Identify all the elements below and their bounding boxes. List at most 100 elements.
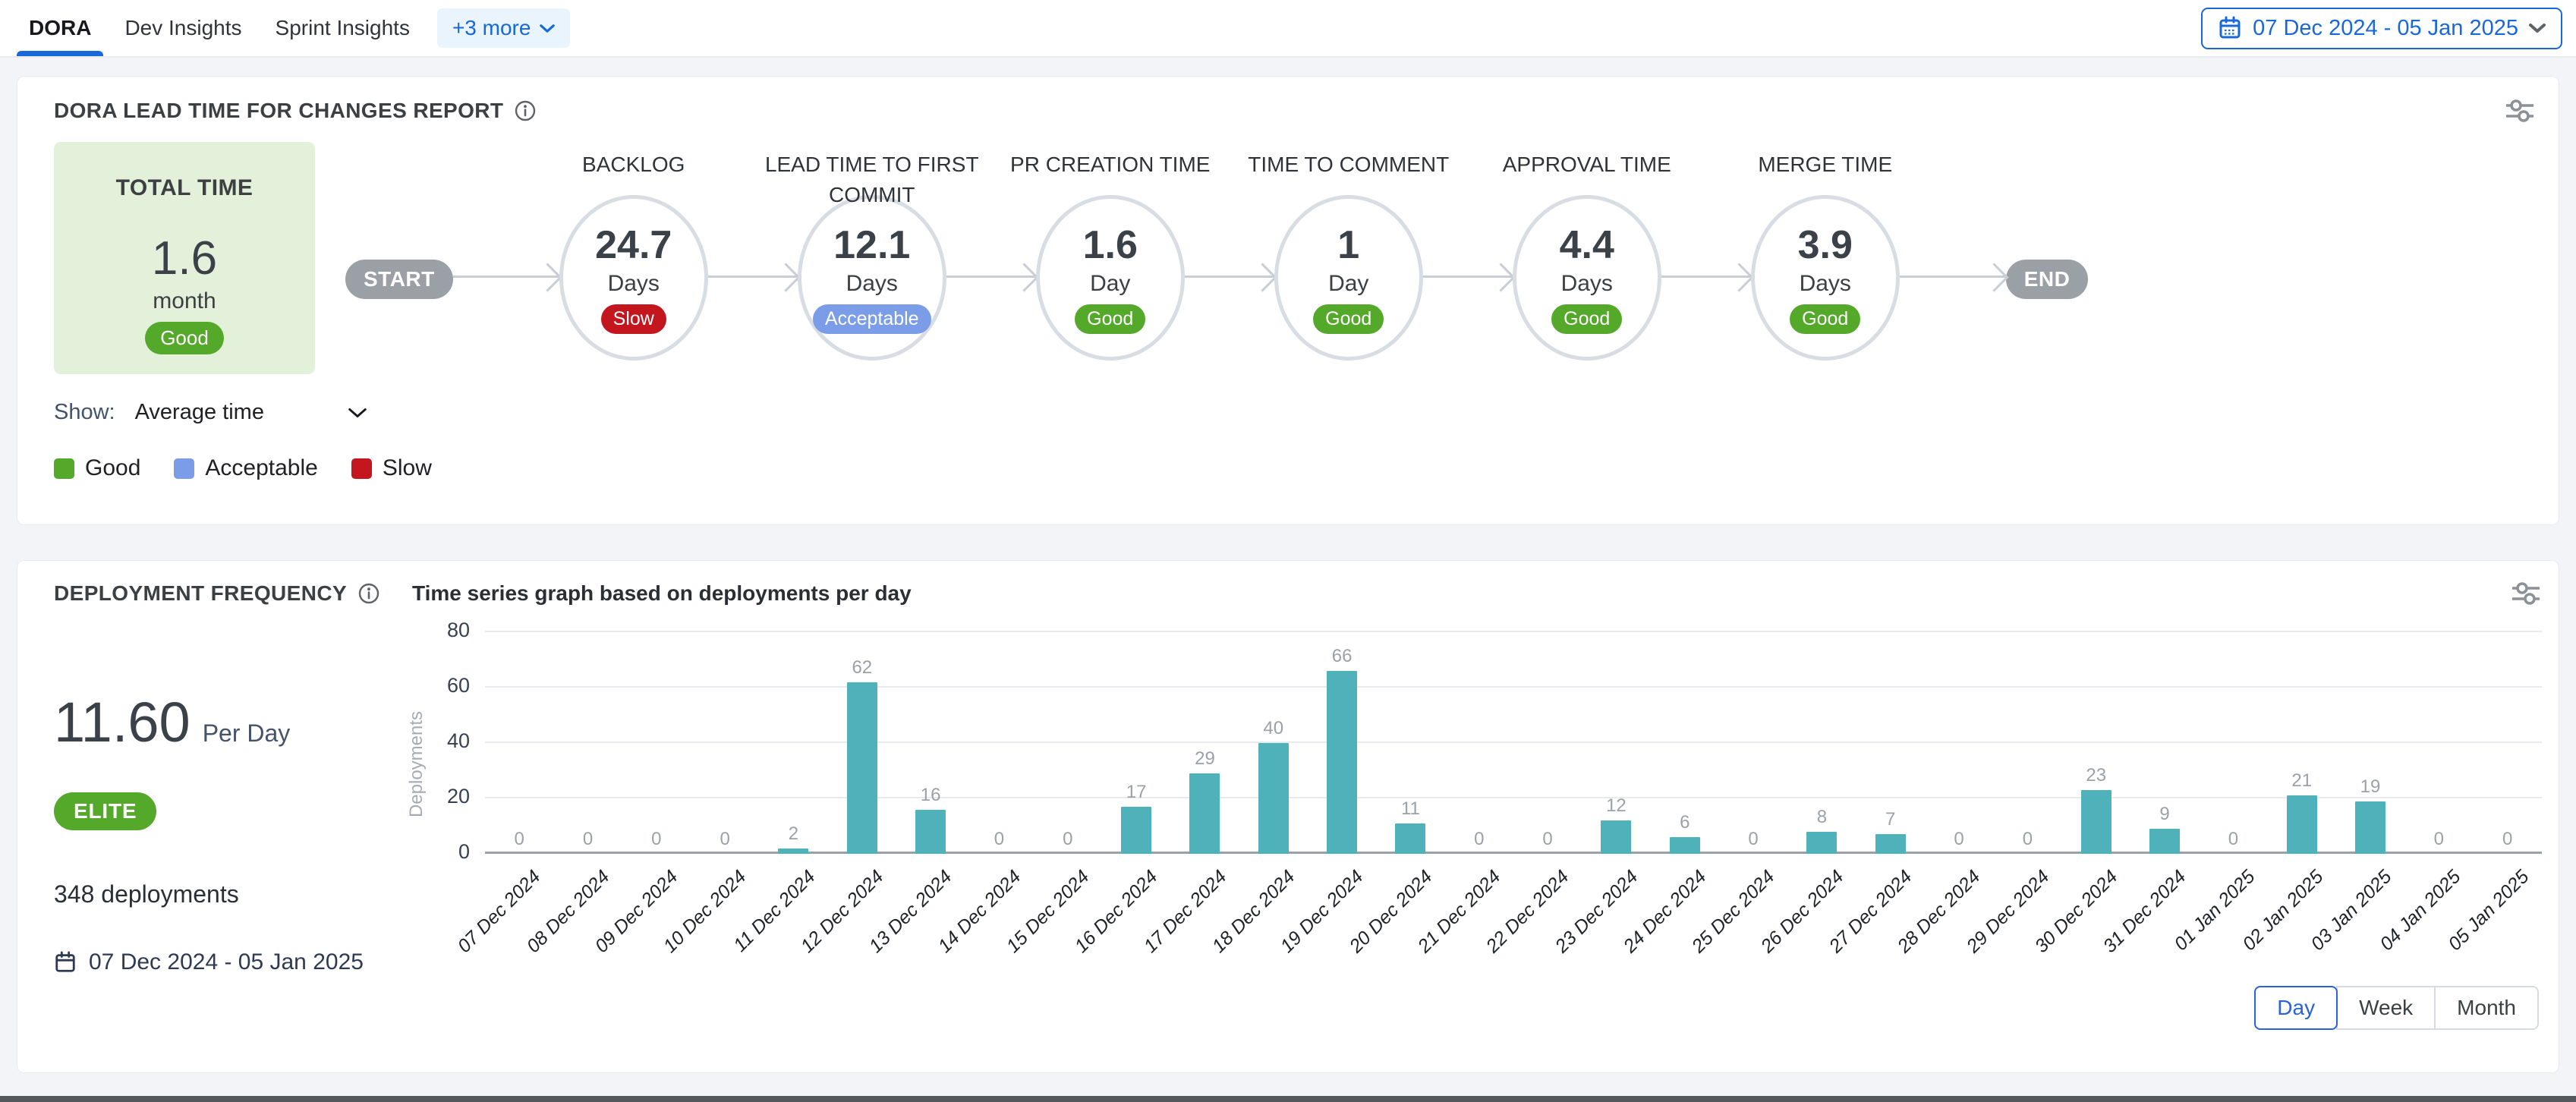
x-axis-label-slot: 20 Dec 2024 [1376,854,1444,974]
stage-unit: Day [1328,271,1368,297]
deployment-title-text: DEPLOYMENT FREQUENCY [54,581,347,606]
legend-swatch [351,458,372,479]
bar [1189,773,1220,854]
legend-item-slow: Slow [351,455,432,481]
flow-arrow-icon [708,276,798,278]
total-time-status-badge: Good [145,322,224,354]
stage-circle: 12.1DaysAcceptable [798,195,946,361]
bar-slot: 11 [1376,798,1444,854]
stage-pr-creation-time: PR CREATION TIME1.6DayGood [1036,142,1185,361]
lead-time-settings-button[interactable] [2504,98,2536,124]
lead-time-card-header: DORA LEAD TIME FOR CHANGES REPORT [54,98,2536,124]
y-axis-tick: 40 [406,729,470,753]
stage-backlog: BACKLOG24.7DaysSlow [559,142,708,361]
bar-slot: 7 [1856,809,1925,854]
x-axis-label-slot: 10 Dec 2024 [691,854,759,974]
granularity-month-button[interactable]: Month [2434,986,2539,1030]
sliders-icon [2510,581,2542,606]
tab-bar: DORADev InsightsSprint Insights [12,0,427,56]
flow-arrow-icon [1423,276,1513,278]
bar-slot: 17 [1102,782,1170,854]
show-value: Average time [135,400,264,425]
date-range-picker[interactable]: 07 Dec 2024 - 05 Jan 2025 [2201,8,2562,49]
stage-name: LEAD TIME TO FIRST COMMIT [747,150,997,210]
plot-area: 0204060800000262160017294066110012608700… [485,632,2542,854]
x-axis-label-slot: 04 Jan 2025 [2404,854,2473,974]
info-icon[interactable] [514,99,537,122]
deployment-rate: 11.60 Per Day [54,690,412,754]
deployment-date-range-label: 07 Dec 2024 - 05 Jan 2025 [89,949,364,975]
bar-value-label: 0 [583,829,593,850]
show-label: Show: [54,400,115,425]
tab-sprint-insights[interactable]: Sprint Insights [259,0,427,56]
deployment-date-range: 07 Dec 2024 - 05 Jan 2025 [54,949,412,975]
bar-slot: 0 [1513,829,1582,854]
info-icon[interactable] [357,582,380,605]
stage-name: TIME TO COMMENT [1223,150,1474,180]
bar-slot: 0 [691,829,759,854]
deployment-frequency-card: DEPLOYMENT FREQUENCY Time series graph b… [17,560,2559,1073]
show-dropdown[interactable]: Show: Average time [54,400,2536,425]
bar-value-label: 0 [1474,829,1484,850]
status-legend: GoodAcceptableSlow [54,455,2536,481]
y-axis-tick: 60 [406,674,470,697]
x-axis-label-slot: 28 Dec 2024 [1925,854,1993,974]
x-axis-labels: 07 Dec 202408 Dec 202409 Dec 202410 Dec … [485,854,2542,974]
bar-slot: 29 [1170,748,1239,854]
x-axis-label-slot: 09 Dec 2024 [622,854,691,974]
bar-slot: 0 [553,829,622,854]
granularity-week-button[interactable]: Week [2336,986,2436,1030]
x-axis-label-slot: 25 Dec 2024 [1719,854,1787,974]
stage-value: 1 [1337,222,1359,268]
x-axis-label-slot: 02 Jan 2025 [2268,854,2336,974]
deployment-settings-button[interactable] [2510,581,2542,606]
total-time-label: TOTAL TIME [116,175,254,201]
bar-value-label: 0 [1954,829,1963,850]
x-axis-label-slot: 23 Dec 2024 [1582,854,1650,974]
bar-slot: 0 [485,829,553,854]
bar [915,810,946,854]
y-axis-tick: 0 [406,840,470,864]
more-tabs-button[interactable]: +3 more [437,8,571,48]
bar-slot: 2 [759,823,827,854]
bar-slot: 0 [1034,829,1102,854]
bar-value-label: 40 [1263,718,1283,739]
bar [2149,829,2180,854]
bar-value-label: 0 [720,829,729,850]
bar-slot: 0 [1925,829,1993,854]
granularity-day-button[interactable]: Day [2254,986,2338,1030]
bar [1395,823,1425,854]
bar-value-label: 0 [651,829,661,850]
lead-time-title-text: DORA LEAD TIME FOR CHANGES REPORT [54,99,503,123]
bar-slot: 66 [1308,646,1376,854]
bar-slot: 0 [2199,829,2267,854]
stage-circle: 1DayGood [1274,195,1423,361]
lead-time-title: DORA LEAD TIME FOR CHANGES REPORT [54,99,537,123]
bars-layer: 0000262160017294066110012608700239021190… [485,632,2542,854]
more-tabs-label: +3 more [452,16,531,40]
bar [1121,807,1151,854]
deployment-body: 11.60 Per Day ELITE 348 deployments 07 D… [54,611,2542,1030]
dora-dashboard: { "header": { "tabs": [ { "label": "DORA… [0,0,2576,1102]
stage-status-badge: Good [1551,304,1622,334]
tab-dev-insights[interactable]: Dev Insights [108,0,258,56]
x-axis-label-slot: 14 Dec 2024 [965,854,1033,974]
x-axis-label-slot: 16 Dec 2024 [1102,854,1170,974]
stage-status-badge: Slow [601,304,666,334]
bar-slot: 40 [1239,718,1308,854]
total-time-unit: month [153,288,216,314]
bar-value-label: 2 [789,823,798,845]
bar-value-label: 11 [1401,798,1420,820]
y-axis-tick: 20 [406,785,470,808]
bar-value-label: 16 [921,785,941,806]
flow-arrow-icon [453,276,559,278]
top-bar: DORADev InsightsSprint Insights +3 more … [0,0,2576,58]
stage-name: APPROVAL TIME [1462,150,1712,180]
stage-value: 4.4 [1560,222,1614,268]
tab-dora[interactable]: DORA [12,0,108,56]
bar-slot: 0 [622,829,691,854]
flow-arrow-icon [1661,276,1751,278]
bar-slot: 0 [1445,829,1513,854]
bar [847,682,877,854]
deployments-total: 348 deployments [54,880,412,908]
